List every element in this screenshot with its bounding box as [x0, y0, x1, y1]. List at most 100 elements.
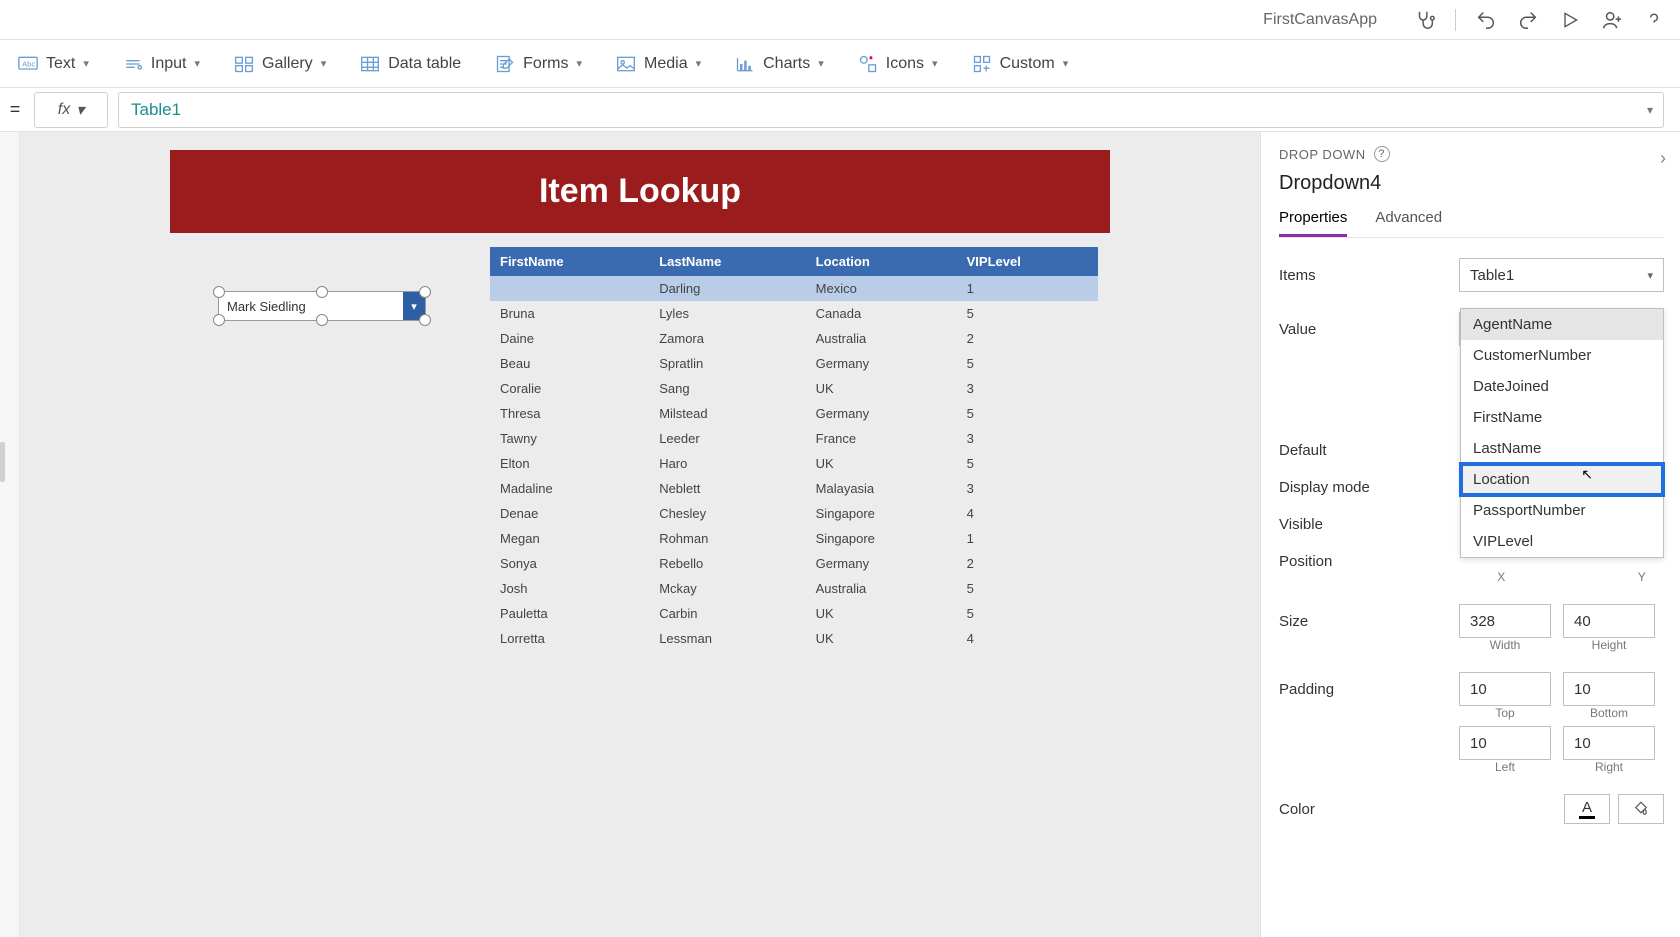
table-row[interactable]: DarlingMexico1: [490, 276, 1098, 301]
media-icon: [616, 54, 636, 74]
chevron-down-icon: ▾: [1647, 269, 1653, 282]
size-height-label: Height: [1563, 638, 1655, 652]
selection-handle[interactable]: [316, 286, 328, 298]
value-option[interactable]: Location↖: [1461, 464, 1663, 495]
padding-right-input[interactable]: 10: [1563, 726, 1655, 760]
size-width-input[interactable]: 328: [1459, 604, 1551, 638]
ribbon-gallery[interactable]: Gallery▾: [234, 54, 326, 74]
padding-top-input[interactable]: 10: [1459, 672, 1551, 706]
stethoscope-icon[interactable]: [1413, 8, 1437, 32]
input-icon: [123, 54, 143, 74]
expand-pane-icon[interactable]: ›: [1660, 148, 1666, 169]
fill-color-button[interactable]: [1618, 794, 1664, 824]
padding-bottom-input[interactable]: 10: [1563, 672, 1655, 706]
table-row[interactable]: DenaeChesleySingapore4: [490, 501, 1098, 526]
table-row[interactable]: EltonHaroUK5: [490, 451, 1098, 476]
play-icon[interactable]: [1558, 8, 1582, 32]
table-row[interactable]: MadalineNeblettMalayasia3: [490, 476, 1098, 501]
ribbon-icons[interactable]: Icons▾: [858, 54, 938, 74]
table-row[interactable]: JoshMckayAustralia5: [490, 576, 1098, 601]
table-row[interactable]: BeauSpratlinGermany5: [490, 351, 1098, 376]
table-header[interactable]: VIPLevel: [957, 247, 1098, 276]
value-option[interactable]: FirstName: [1461, 402, 1663, 433]
selection-handle[interactable]: [316, 314, 328, 326]
svg-text:Abc: Abc: [22, 59, 35, 68]
ribbon-custom[interactable]: Custom▾: [972, 54, 1069, 74]
chevron-down-icon: ▾: [76, 100, 84, 120]
padding-bottom-label: Bottom: [1563, 706, 1655, 720]
table-row[interactable]: TawnyLeederFrance3: [490, 426, 1098, 451]
ribbon-media-label: Media: [644, 55, 688, 73]
fx-selector[interactable]: fx ▾: [34, 92, 108, 128]
data-table[interactable]: FirstNameLastNameLocationVIPLevel Darlin…: [490, 247, 1110, 651]
main-area: Item Lookup Mark Siedling ▾: [0, 132, 1680, 937]
font-color-button[interactable]: A: [1564, 794, 1610, 824]
formula-bar: = fx ▾ Table1 ▾: [0, 88, 1680, 132]
ribbon-forms[interactable]: Forms▾: [495, 54, 582, 74]
ribbon-gallery-label: Gallery: [262, 55, 313, 73]
table-header[interactable]: Location: [806, 247, 957, 276]
prop-displaymode-label: Display mode: [1279, 479, 1459, 496]
selection-handle[interactable]: [213, 286, 225, 298]
table-row[interactable]: MeganRohmanSingapore1: [490, 526, 1098, 551]
dropdown-control[interactable]: Mark Siedling ▾: [218, 291, 426, 321]
expand-icon[interactable]: ▾: [1647, 103, 1653, 117]
chevron-down-icon: ▾: [818, 57, 824, 70]
tab-advanced[interactable]: Advanced: [1375, 209, 1442, 237]
value-dropdown-list[interactable]: AgentNameCustomerNumberDateJoinedFirstNa…: [1460, 308, 1664, 558]
table-row[interactable]: SonyaRebelloGermany2: [490, 551, 1098, 576]
value-option[interactable]: DateJoined: [1461, 371, 1663, 402]
chevron-down-icon: ▾: [576, 57, 582, 70]
value-option[interactable]: VIPLevel: [1461, 526, 1663, 557]
selection-handle[interactable]: [419, 286, 431, 298]
value-option[interactable]: PassportNumber: [1461, 495, 1663, 526]
formula-input[interactable]: Table1 ▾: [118, 92, 1664, 128]
ribbon-datatable[interactable]: Data table: [360, 54, 461, 74]
share-icon[interactable]: [1600, 8, 1624, 32]
table-header[interactable]: FirstName: [490, 247, 649, 276]
forms-icon: [495, 54, 515, 74]
position-x-label: X: [1479, 570, 1524, 584]
table-row[interactable]: CoralieSangUK3: [490, 376, 1098, 401]
control-type-label: DROP DOWN ?: [1279, 146, 1664, 162]
prop-padding-label: Padding: [1279, 681, 1459, 698]
canvas-wrap: Item Lookup Mark Siedling ▾: [20, 132, 1260, 937]
ribbon-charts-label: Charts: [763, 55, 810, 73]
value-option[interactable]: CustomerNumber: [1461, 340, 1663, 371]
icons-icon: [858, 54, 878, 74]
app-canvas[interactable]: Item Lookup Mark Siedling ▾: [170, 150, 1110, 937]
ribbon-text-label: Text: [46, 55, 75, 73]
chevron-down-icon: ▾: [932, 57, 938, 70]
table-header[interactable]: LastName: [649, 247, 805, 276]
ribbon-text[interactable]: Abc Text▾: [18, 54, 89, 74]
ribbon-charts[interactable]: Charts ▾: [735, 54, 824, 74]
chevron-down-icon: ▾: [1063, 57, 1069, 70]
value-option[interactable]: AgentName: [1461, 309, 1663, 340]
help-icon[interactable]: ?: [1374, 146, 1390, 162]
table-row[interactable]: PaulettaCarbinUK5: [490, 601, 1098, 626]
padding-left-label: Left: [1459, 760, 1551, 774]
selection-handle[interactable]: [213, 314, 225, 326]
items-select[interactable]: Table1▾: [1459, 258, 1664, 292]
selection-handle[interactable]: [419, 314, 431, 326]
padding-right-label: Right: [1563, 760, 1655, 774]
redo-icon[interactable]: [1516, 8, 1540, 32]
tab-properties[interactable]: Properties: [1279, 209, 1347, 237]
custom-icon: [972, 54, 992, 74]
ribbon-input[interactable]: Input▾: [123, 54, 200, 74]
help-icon[interactable]: [1642, 8, 1666, 32]
prop-position-label: Position: [1279, 553, 1459, 570]
table-row[interactable]: DaineZamoraAustralia2: [490, 326, 1098, 351]
undo-icon[interactable]: [1474, 8, 1498, 32]
value-option[interactable]: LastName: [1461, 433, 1663, 464]
ribbon-media[interactable]: Media▾: [616, 54, 701, 74]
size-height-input[interactable]: 40: [1563, 604, 1655, 638]
table-row[interactable]: ThresaMilsteadGermany5: [490, 401, 1098, 426]
prop-default-label: Default: [1279, 442, 1459, 459]
prop-color: Color A: [1279, 794, 1664, 824]
table-row[interactable]: LorrettaLessmanUK4: [490, 626, 1098, 651]
size-width-label: Width: [1459, 638, 1551, 652]
table-row[interactable]: BrunaLylesCanada5: [490, 301, 1098, 326]
padding-left-input[interactable]: 10: [1459, 726, 1551, 760]
gutter-handle[interactable]: [0, 442, 5, 482]
